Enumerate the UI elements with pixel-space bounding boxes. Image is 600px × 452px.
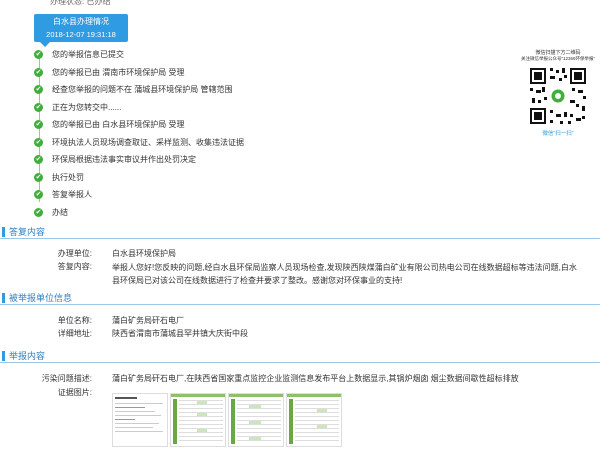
timeline-step: ✔ 环保局根据违法事实审议并作出处罚决定 [34, 151, 504, 169]
check-icon: ✔ [34, 85, 43, 95]
timeline-step-label: 您的举报信息已提交 [52, 50, 124, 60]
evidence-image[interactable] [286, 393, 342, 447]
field-label: 证据图片: [57, 388, 92, 397]
timeline-step-label: 答复举报人 [52, 190, 92, 200]
section-title: 答复内容 [9, 227, 46, 237]
field-value: 陕西省渭南市蒲城县罕井镇大庆街中段 [112, 329, 248, 338]
timeline-step: ✔ 正在为您转交中...... [34, 99, 504, 117]
qr-caption-wechat: 微信“扫一扫” [542, 131, 574, 137]
timeline-step: ✔ 您的举报已由 白水县环境保护局 受理 [34, 116, 504, 134]
check-icon: ✔ [34, 120, 43, 130]
evidence-image[interactable] [112, 393, 168, 447]
section-accent-bar [2, 227, 5, 237]
section-header-report: 举报内容 [0, 350, 600, 363]
timeline-step-label: 办结 [52, 207, 68, 217]
top-cutoff-text: 办理状态: 已办结 [50, 0, 111, 6]
field-label: 详细地址: [57, 329, 92, 338]
field-label: 答复内容: [57, 262, 92, 271]
check-icon: ✔ [34, 102, 43, 112]
field-value: 蒲白矿务局矸石电厂 [112, 316, 184, 325]
timeline-step: ✔ 执行处罚 [34, 169, 504, 187]
section-header-reported-unit: 被举报单位信息 [0, 292, 600, 305]
evidence-image[interactable] [228, 393, 284, 447]
check-icon: ✔ [34, 155, 43, 165]
timeline-step: ✔ 环境执法人员现场调查取证、采样监测、收集违法证据 [34, 134, 504, 152]
section-accent-bar [2, 351, 5, 361]
section-title: 被举报单位信息 [9, 293, 73, 303]
timeline-step-label: 正在为您转交中...... [52, 102, 122, 112]
check-icon: ✔ [34, 172, 43, 182]
check-icon: ✔ [34, 67, 43, 77]
field-label: 办理单位: [57, 249, 92, 258]
field-label: 污染问题描述: [41, 374, 92, 383]
timeline-step-label: 经查您举报的问题不在 蒲城县环境保护局 管辖范围 [52, 85, 233, 95]
field-value: 白水县环境保护局 [112, 249, 176, 258]
timeline-step-label: 执行处罚 [52, 172, 84, 182]
timeline-step-label: 您的举报已由 渭南市环境保护局 受理 [52, 67, 185, 77]
status-card-title: 白水县办理情况 [53, 17, 109, 26]
check-icon: ✔ [34, 190, 43, 200]
timeline-step-label: 您的举报已由 白水县环境保护局 受理 [52, 120, 185, 130]
timeline-step: ✔ 您的举报信息已提交 [34, 46, 504, 64]
qr-code-panel: 微信扫描下方二维码 关注微信举报公众号“12369环保举报” 微信“扫一扫” [517, 50, 599, 160]
evidence-image[interactable] [170, 393, 226, 447]
field-value: 举报人您好!您反映的问题,经白水县环保局监察人员现场检查,发现陕西陕煤蒲白矿业有… [112, 263, 577, 285]
timeline-step-label: 环保局根据违法事实审议并作出处罚决定 [52, 155, 196, 165]
check-icon: ✔ [34, 207, 43, 217]
check-icon: ✔ [34, 50, 43, 60]
timeline-step: ✔ 答复举报人 [34, 186, 504, 204]
check-icon: ✔ [34, 137, 43, 147]
status-card: 白水县办理情况 2018-12-07 19:31:18 [34, 14, 128, 47]
timeline-step-label: 环境执法人员现场调查取证、采样监测、收集违法证据 [52, 137, 244, 147]
timeline-step: ✔ 经查您举报的问题不在 蒲城县环境保护局 管辖范围 [34, 81, 504, 99]
screenshot-thumbnail-icon [171, 394, 225, 446]
section-title: 举报内容 [9, 351, 46, 361]
section-accent-bar [2, 293, 5, 303]
section-header-reply: 答复内容 [0, 226, 600, 239]
field-label: 单位名称: [57, 316, 92, 325]
field-value: 蒲白矿务局矸石电厂,在陕西省国家重点监控企业监测信息发布平台上数据显示,其锅炉烟… [112, 374, 519, 383]
progress-timeline: ✔ 您的举报信息已提交 ✔ 您的举报已由 渭南市环境保护局 受理 ✔ 经查您举报的问题… [34, 46, 504, 221]
timeline-step: ✔ 您的举报已由 渭南市环境保护局 受理 [34, 64, 504, 82]
screenshot-thumbnail-icon [287, 394, 341, 446]
screenshot-thumbnail-icon [113, 394, 167, 446]
qr-caption-follow: 关注微信举报公众号“12369环保举报” [520, 56, 595, 61]
qr-code-icon [528, 66, 588, 126]
screenshot-thumbnail-icon [229, 394, 283, 446]
timeline-step: ✔ 办结 [34, 204, 504, 222]
status-card-datetime: 2018-12-07 19:31:18 [46, 30, 116, 39]
